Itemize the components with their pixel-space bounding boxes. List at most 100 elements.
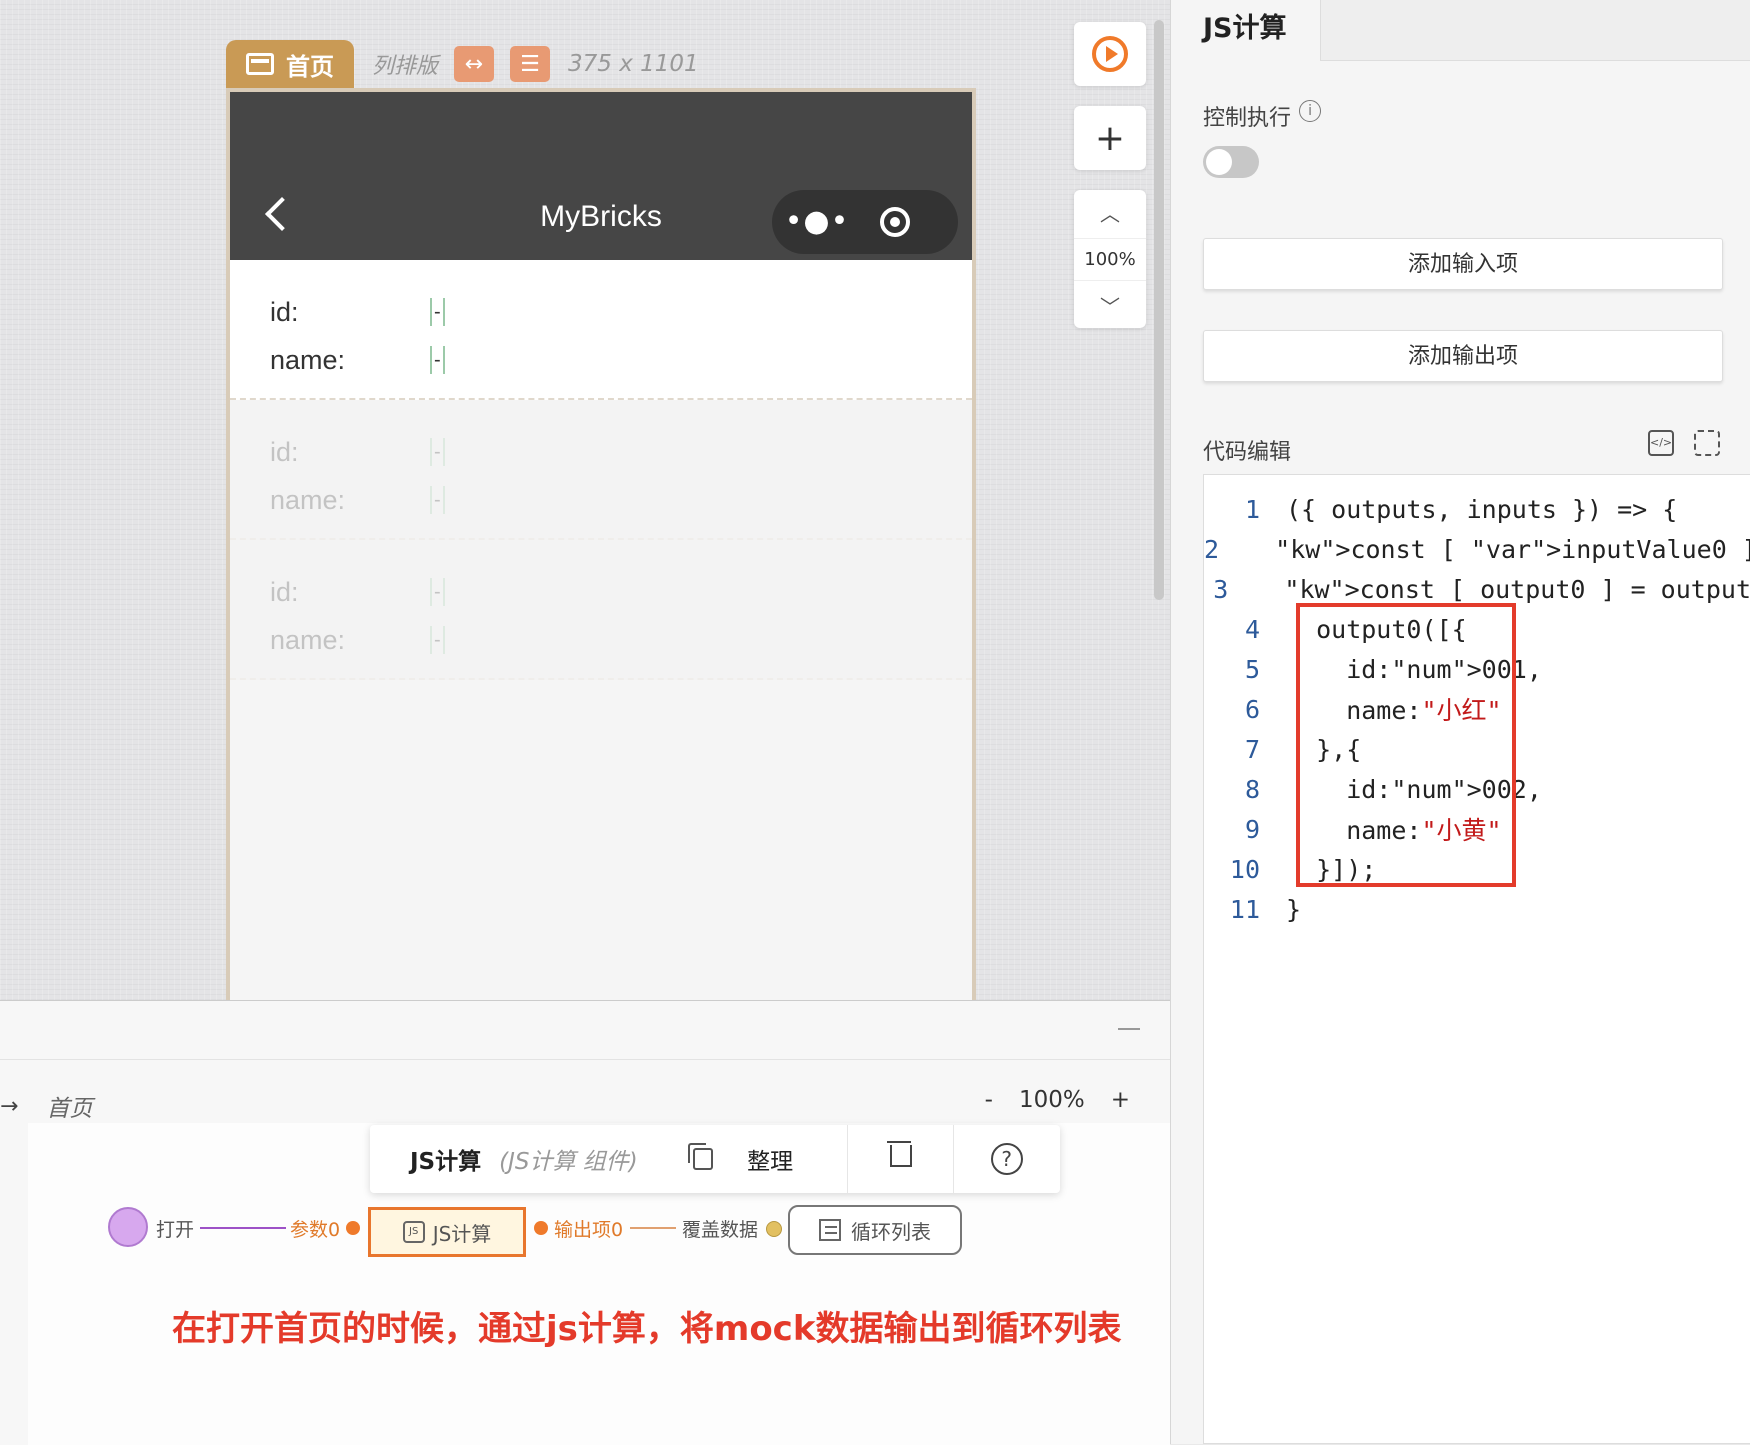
line-number: 9 [1244,814,1260,844]
chevron-up-icon[interactable]: ︿ [1100,198,1120,227]
code-editor[interactable]: 1 ({ outputs, inputs }) => { 2 "kw">const… [1203,474,1750,1444]
code-text: ({ outputs, inputs }) => { [1286,494,1678,524]
zoom-out-button[interactable]: - [985,1087,993,1113]
loop-list-node[interactable]: 循环列表 [788,1205,962,1255]
line-number: 2 [1204,534,1220,564]
page-icon [246,53,274,75]
toggle-knob [1206,149,1232,175]
name-label: name: [270,344,346,375]
line-number: 3 [1213,574,1229,604]
more-icon[interactable]: •●• [772,190,862,254]
breadcrumb: → 首页 [0,1089,92,1123]
id-value: - [430,438,445,466]
logic-panel: → 首页 - 100% + JS计算 (JS计算 组件) 整理 ? 打开 参数0… [0,1000,1170,1445]
annotation-text: 在打开首页的时候，通过js计算，将mock数据输出到循环列表 [172,1309,1122,1349]
code-format-icon[interactable]: </> [1648,430,1674,456]
component-toolbar: JS计算 (JS计算 组件) 整理 ? [370,1125,1060,1193]
phone-frame: MyBricks •●• id: - name: - id: - name: - id:… [226,88,976,1000]
add-button[interactable]: + [1074,106,1146,170]
arrow-right-icon[interactable]: → [0,1094,18,1119]
input-port[interactable] [346,1221,360,1235]
width-adjust-icon[interactable]: ↔ [454,46,495,82]
page-size-label: 375 x 1101 [568,51,699,77]
control-exec-text: 控制执行 [1203,106,1292,131]
param-port-label: 参数0 [290,1219,341,1241]
js-node-label: JS计算 [432,1221,492,1246]
code-line: 11} [1204,889,1750,929]
output-port-label: 输出项0 [554,1219,624,1241]
line-number: 11 [1229,894,1260,924]
mini-program-capsule[interactable]: •●• [772,190,958,254]
list-item: id: - name: - [230,540,972,680]
zoom-in-button[interactable]: + [1111,1087,1130,1113]
close-circle-icon[interactable] [880,207,910,237]
output-port[interactable] [534,1221,548,1235]
zoom-level: 100% [1074,237,1146,281]
code-text: "kw">const [ output0 ] = output [1284,574,1750,604]
logic-zoom: - 100% + [985,1087,1130,1113]
name-value: - [430,626,445,654]
toolbar-component-name: JS计算 [410,1149,482,1175]
property-panel: JS计算 控制执行 i 添加输入项 添加输出项 代码编辑 </> 1 ({ outp… [1170,0,1750,1444]
align-center-icon[interactable]: ☰ [510,46,551,82]
start-node[interactable] [108,1207,148,1247]
line-number: 8 [1244,774,1260,804]
breadcrumb-page[interactable]: 首页 [46,1089,92,1123]
code-line: 1 ({ outputs, inputs }) => { [1204,489,1750,529]
cover-data-label: 覆盖数据 [682,1219,759,1241]
line-number: 7 [1244,734,1260,764]
line-number: 4 [1244,614,1260,644]
zoom-control: ︿ 100% ﹀ [1074,190,1146,328]
add-input-button[interactable]: 添加输入项 [1203,238,1723,290]
line-number: 5 [1244,654,1260,684]
page-tab-home[interactable]: 首页 [226,40,354,88]
logic-header [0,1001,1170,1060]
chevron-down-icon[interactable]: ﹀ [1100,291,1120,320]
line-number: 10 [1229,854,1260,884]
copy-icon[interactable] [688,1143,714,1170]
tidy-button[interactable]: 整理 [713,1142,847,1176]
delete-button[interactable] [848,1141,953,1173]
js-icon: JS [402,1221,425,1243]
id-value: - [430,298,445,326]
id-value: - [430,578,445,606]
line-number: 6 [1244,694,1260,724]
info-icon[interactable]: i [1299,100,1322,122]
code-tools: </> [1648,430,1720,456]
name-label: name: [270,484,346,515]
page-tab-label: 首页 [286,52,334,81]
trash-icon [886,1141,912,1167]
help-icon: ? [990,1143,1023,1175]
list-item[interactable]: id: - name: - [230,260,972,400]
code-text: "kw">const [ "var">inputValue0 ] = in [1275,534,1750,564]
panel-tabs: JS计算 [1171,0,1750,61]
id-label: id: [270,576,299,607]
canvas-scrollbar[interactable] [1154,20,1164,600]
control-exec-label: 控制执行 i [1203,100,1322,132]
layout-mode-label[interactable]: 列排版 [372,48,438,80]
preview-button[interactable] [1074,22,1146,86]
line-number: 1 [1244,494,1260,524]
code-line: 2 "kw">const [ "var">inputValue0 ] = in [1204,529,1750,569]
tab-js-compute[interactable]: JS计算 [1171,0,1321,61]
code-text: } [1286,894,1302,924]
list-node-label: 循环列表 [851,1219,931,1244]
highlight-box [1296,603,1516,887]
logic-zoom-level: 100% [1018,1087,1085,1113]
collapse-icon[interactable] [1118,1028,1140,1030]
control-exec-toggle[interactable] [1203,146,1259,178]
cover-data-port[interactable] [766,1221,782,1237]
play-icon [1092,36,1128,72]
toolbar-component-type: (JS计算 组件) [499,1149,638,1175]
design-canvas[interactable]: 首页 列排版 ↔ ☰ 375 x 1101 MyBricks •●• id: - … [0,0,1170,1000]
plus-icon: + [1094,117,1126,159]
help-button[interactable]: ? [954,1143,1059,1175]
js-compute-node[interactable]: JS JS计算 [368,1207,526,1257]
canvas-side-tools: + ︿ 100% ﹀ [1074,22,1146,328]
id-label: id: [270,296,299,327]
start-label: 打开 [156,1219,195,1241]
name-value: - [430,346,445,374]
fullscreen-icon[interactable] [1694,430,1720,456]
code-edit-label: 代码编辑 [1203,440,1292,465]
add-output-button[interactable]: 添加输出项 [1203,330,1723,382]
